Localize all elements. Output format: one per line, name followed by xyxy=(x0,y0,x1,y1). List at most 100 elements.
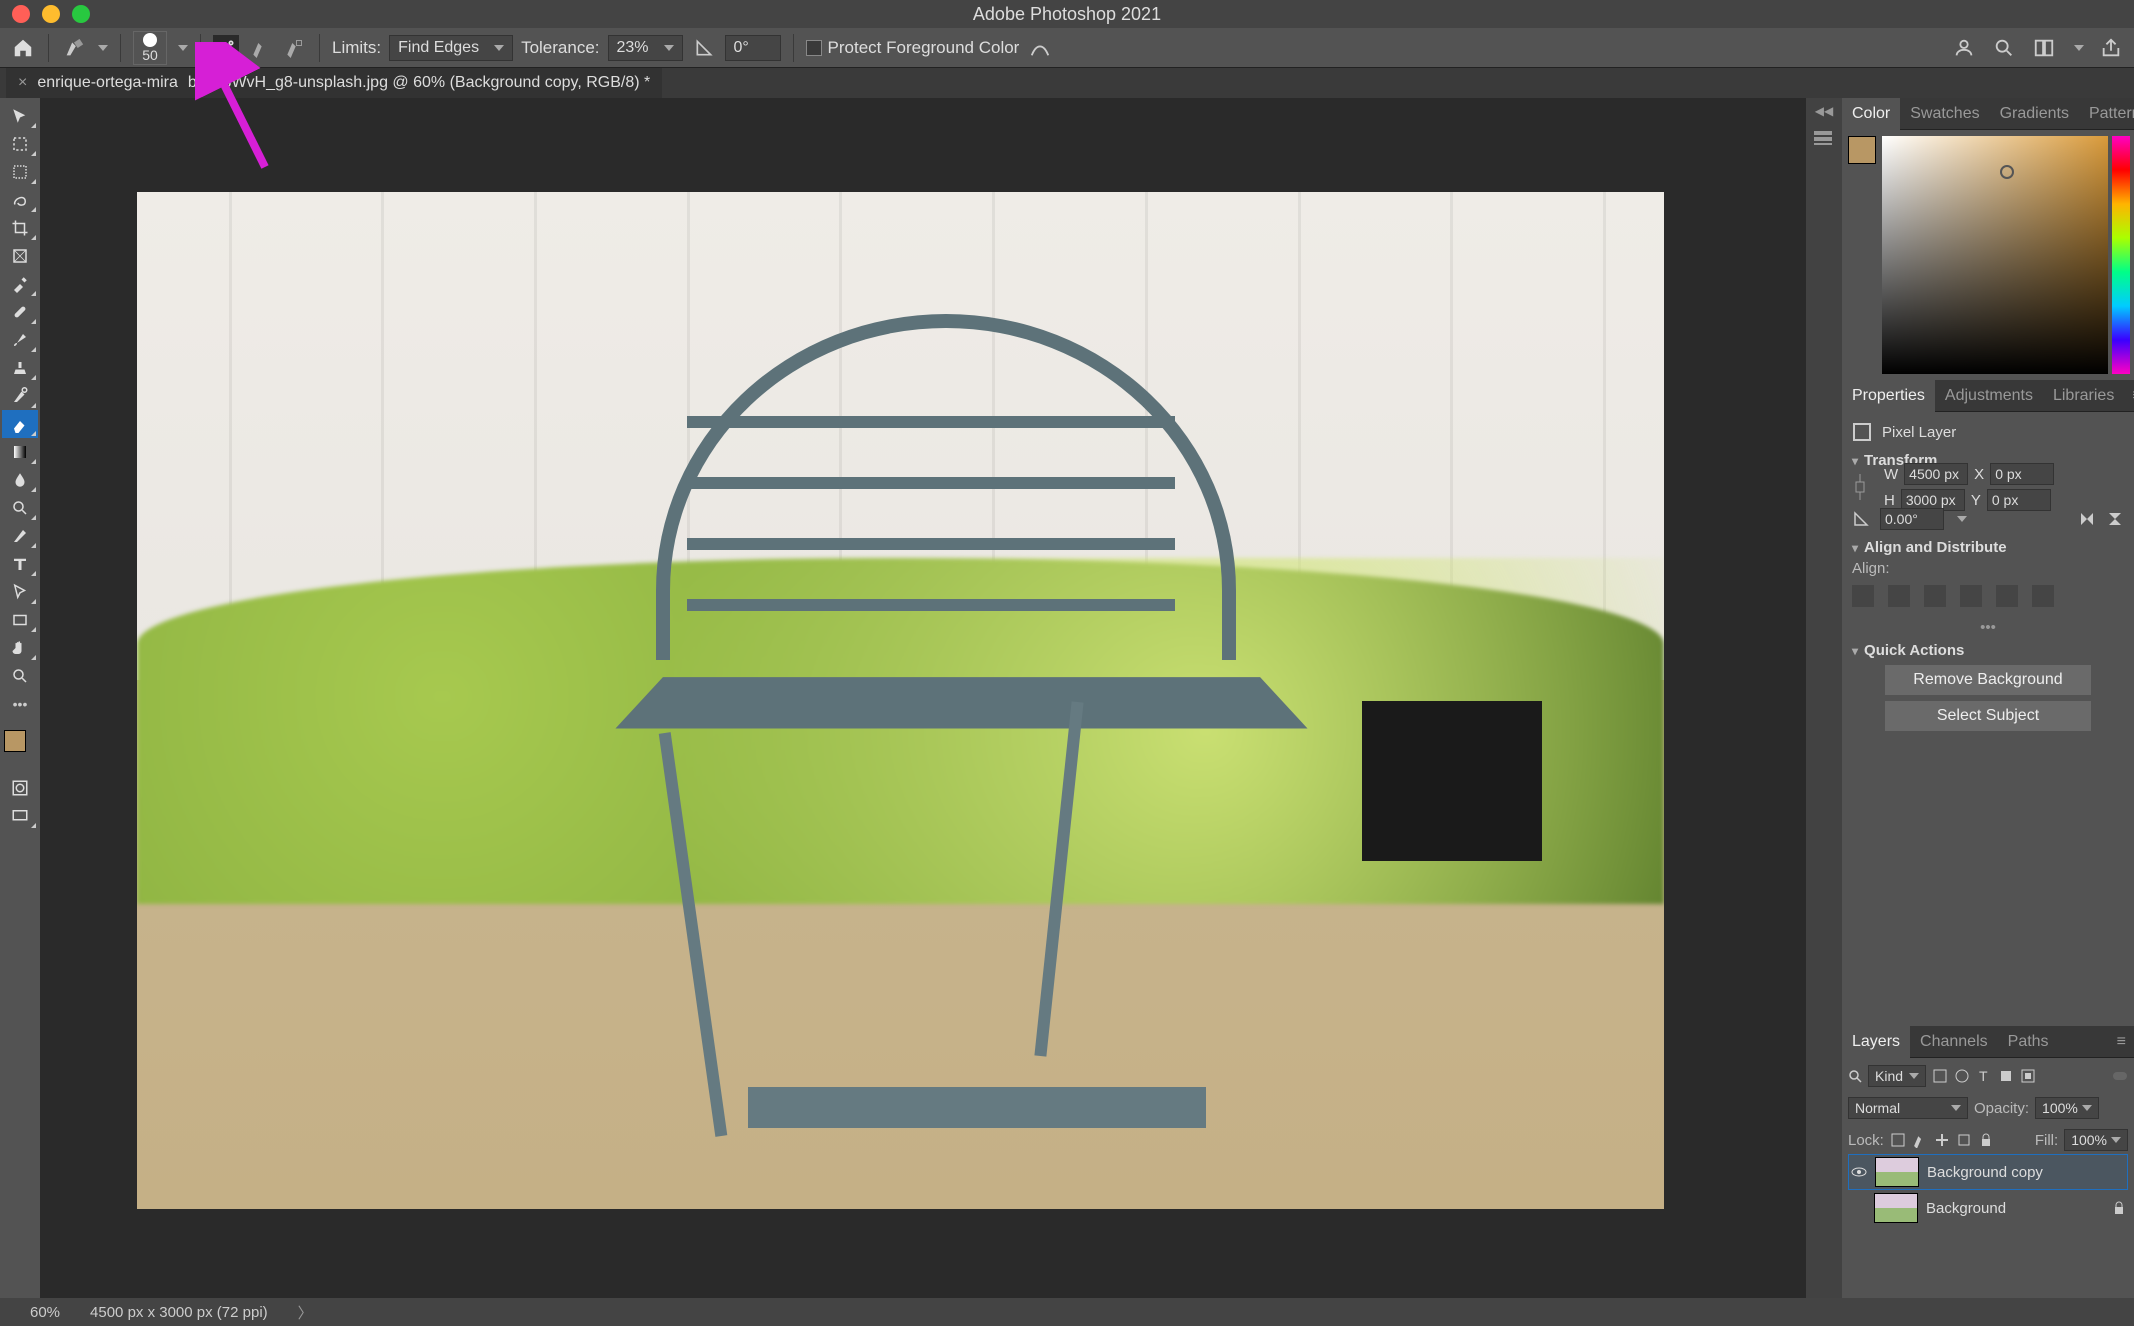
spot-heal-tool[interactable] xyxy=(2,298,38,326)
align-hcenter-button[interactable] xyxy=(1888,585,1910,607)
align-top-button[interactable] xyxy=(1960,585,1982,607)
limits-select[interactable]: Find Edges xyxy=(389,35,513,61)
filter-pixel-icon[interactable] xyxy=(1932,1068,1948,1084)
brush-preset-picker[interactable]: 50 xyxy=(133,31,167,65)
sampling-continuous-button[interactable] xyxy=(213,35,239,61)
panel-menu-icon[interactable]: ≡ xyxy=(2109,1026,2134,1058)
hue-slider[interactable] xyxy=(2112,136,2130,374)
layer-name[interactable]: Background copy xyxy=(1927,1164,2043,1181)
hand-tool[interactable] xyxy=(2,634,38,662)
chevron-down-icon[interactable] xyxy=(2074,45,2084,51)
tab-adjustments[interactable]: Adjustments xyxy=(1935,380,2043,412)
status-chevron-icon[interactable]: 〉 xyxy=(298,1302,313,1323)
flip-v-icon[interactable] xyxy=(2106,510,2124,528)
eyedropper-tool[interactable] xyxy=(2,270,38,298)
select-subject-button[interactable]: Select Subject xyxy=(1885,701,2091,731)
quick-mask-toggle[interactable] xyxy=(2,774,38,802)
tab-libraries[interactable]: Libraries xyxy=(2043,380,2124,412)
tab-color[interactable]: Color xyxy=(1842,98,1900,130)
lock-all-icon[interactable] xyxy=(1978,1132,1994,1148)
visibility-toggle-icon[interactable] xyxy=(1850,1200,1866,1216)
crop-tool[interactable] xyxy=(2,214,38,242)
sampling-bg-swatch-button[interactable] xyxy=(281,35,307,61)
width-input[interactable]: 4500 px xyxy=(1904,463,1968,485)
tab-properties[interactable]: Properties xyxy=(1842,380,1935,412)
dodge-tool[interactable] xyxy=(2,494,38,522)
doc-dimensions[interactable]: 4500 px x 3000 px (72 ppi) xyxy=(90,1304,268,1321)
path-select-tool[interactable] xyxy=(2,578,38,606)
sampling-once-button[interactable] xyxy=(247,35,273,61)
screen-mode-toggle[interactable] xyxy=(2,802,38,830)
history-brush-tool[interactable] xyxy=(2,382,38,410)
protect-foreground-checkbox[interactable] xyxy=(806,40,822,56)
tab-channels[interactable]: Channels xyxy=(1910,1026,1998,1058)
filter-adjust-icon[interactable] xyxy=(1954,1068,1970,1084)
close-window-button[interactable] xyxy=(12,5,30,23)
quick-actions-section[interactable]: Quick Actions xyxy=(1852,642,2124,659)
gradient-tool[interactable] xyxy=(2,438,38,466)
marquee-tool[interactable] xyxy=(2,158,38,186)
lasso-tool[interactable] xyxy=(2,186,38,214)
move-tool[interactable] xyxy=(2,102,38,130)
filter-smart-icon[interactable] xyxy=(2020,1068,2036,1084)
more-options-icon[interactable]: ••• xyxy=(1852,619,2124,636)
tab-paths[interactable]: Paths xyxy=(1998,1026,2059,1058)
align-right-button[interactable] xyxy=(1924,585,1946,607)
search-icon[interactable] xyxy=(1848,1069,1862,1083)
chevron-down-icon[interactable] xyxy=(178,45,188,51)
align-bottom-button[interactable] xyxy=(2032,585,2054,607)
pen-tool[interactable] xyxy=(2,522,38,550)
artboard-tool[interactable] xyxy=(2,130,38,158)
filter-toggle-icon[interactable] xyxy=(2112,1068,2128,1084)
minimize-window-button[interactable] xyxy=(42,5,60,23)
angle-input[interactable]: 0° xyxy=(725,35,781,61)
layer-row[interactable]: Background copy xyxy=(1848,1154,2128,1190)
home-button[interactable] xyxy=(10,35,36,61)
zoom-window-button[interactable] xyxy=(72,5,90,23)
tolerance-select[interactable]: 23% xyxy=(608,35,683,61)
zoom-tool[interactable] xyxy=(2,662,38,690)
lock-artboard-icon[interactable] xyxy=(1956,1132,1972,1148)
opacity-input[interactable]: 100% xyxy=(2035,1097,2099,1119)
align-section[interactable]: Align and Distribute xyxy=(1852,539,2124,556)
layer-row[interactable]: Background xyxy=(1848,1190,2128,1226)
blend-mode-select[interactable]: Normal xyxy=(1848,1097,1968,1119)
workspace-switcher-icon[interactable] xyxy=(2031,35,2057,61)
frame-tool[interactable] xyxy=(2,242,38,270)
tab-swatches[interactable]: Swatches xyxy=(1900,98,1989,130)
rotation-input[interactable]: 0.00° xyxy=(1880,508,1944,530)
document-canvas[interactable] xyxy=(137,192,1664,1209)
clone-stamp-tool[interactable] xyxy=(2,354,38,382)
lock-position-icon[interactable] xyxy=(1912,1132,1928,1148)
tab-layers[interactable]: Layers xyxy=(1842,1026,1910,1058)
foreground-color-swatch[interactable] xyxy=(4,730,26,752)
angle-icon[interactable] xyxy=(691,35,717,61)
filter-shape-icon[interactable] xyxy=(1998,1068,2014,1084)
tab-gradients[interactable]: Gradients xyxy=(1990,98,2079,130)
y-input[interactable]: 0 px xyxy=(1987,489,2051,511)
chevron-down-icon[interactable] xyxy=(1957,516,1967,522)
rectangle-tool[interactable] xyxy=(2,606,38,634)
layer-name[interactable]: Background xyxy=(1926,1200,2006,1217)
brush-tool[interactable] xyxy=(2,326,38,354)
edit-toolbar[interactable]: ••• xyxy=(2,690,38,718)
zoom-level[interactable]: 60% xyxy=(30,1304,60,1321)
color-swatches[interactable] xyxy=(2,728,38,764)
color-field[interactable] xyxy=(1882,136,2108,374)
remove-background-button[interactable]: Remove Background xyxy=(1885,665,2091,695)
lock-pixels-icon[interactable] xyxy=(1890,1132,1906,1148)
lock-move-icon[interactable] xyxy=(1934,1132,1950,1148)
share-icon[interactable] xyxy=(2098,35,2124,61)
layer-filter-select[interactable]: Kind xyxy=(1868,1065,1926,1087)
flip-h-icon[interactable] xyxy=(2078,510,2096,528)
tool-preset-picker[interactable] xyxy=(61,35,87,61)
blur-tool[interactable] xyxy=(2,466,38,494)
visibility-toggle-icon[interactable] xyxy=(1851,1164,1867,1180)
type-tool[interactable] xyxy=(2,550,38,578)
link-wh-icon[interactable] xyxy=(1852,470,1874,504)
color-panel-swatch[interactable] xyxy=(1848,136,1876,164)
search-icon[interactable] xyxy=(1991,35,2017,61)
filter-type-icon[interactable]: T xyxy=(1976,1068,1992,1084)
chevron-down-icon[interactable] xyxy=(98,45,108,51)
cloud-docs-icon[interactable] xyxy=(1951,35,1977,61)
